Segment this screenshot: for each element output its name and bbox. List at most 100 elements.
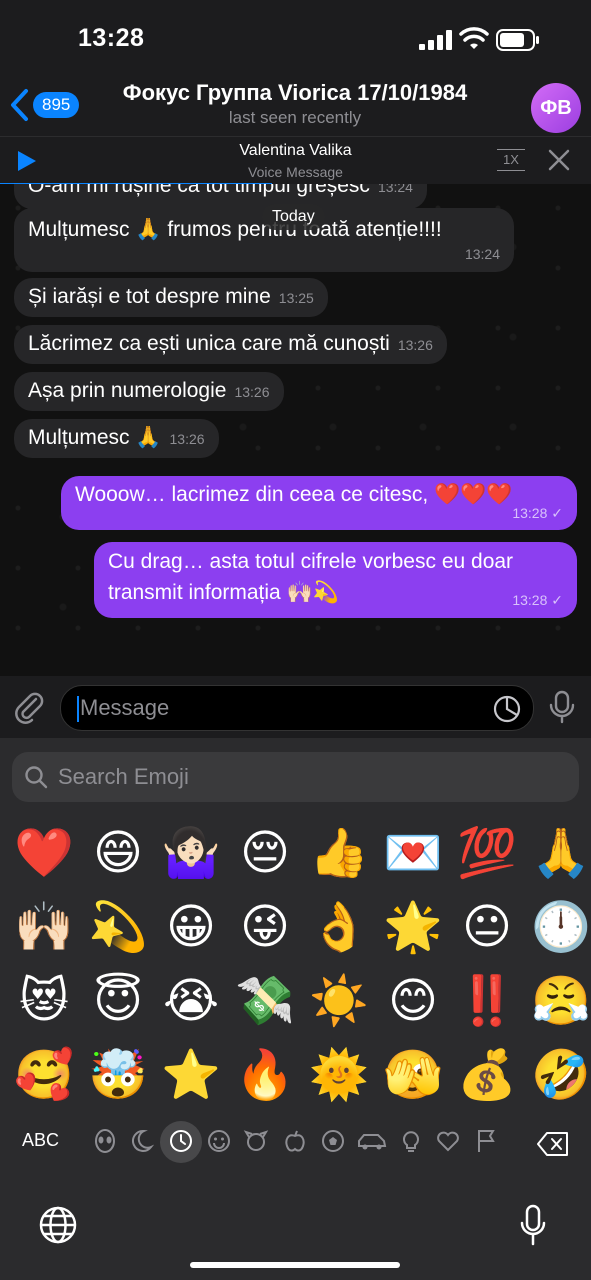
message-time: 13:28 — [512, 505, 548, 521]
voice-message-player: Valentina Valika Voice Message 1X — [0, 136, 591, 186]
emoji-key[interactable]: 🙏 — [527, 820, 591, 888]
emoji-key[interactable]: 😄 — [84, 820, 152, 888]
emoji-key[interactable]: 😜 — [231, 894, 299, 962]
abc-keyboard-switch[interactable]: ABC — [22, 1130, 59, 1151]
moon-category-icon[interactable] — [128, 1128, 154, 1154]
emoji-search-field[interactable]: Search Emoji — [12, 752, 579, 802]
emoji-key[interactable]: ‼️ — [453, 968, 521, 1036]
emoji-key[interactable]: 👍 — [305, 820, 373, 888]
message-text: O-am mi rușine ca tot timpul greșesc — [28, 184, 370, 197]
emoji-key[interactable]: 😐 — [453, 894, 521, 962]
emoji-key[interactable]: ❤️ — [10, 820, 78, 888]
read-check-icon: ✓ — [551, 592, 563, 608]
food-category-icon[interactable] — [282, 1128, 308, 1154]
emoji-key[interactable]: 🔥 — [231, 1042, 299, 1110]
avatar[interactable]: ФВ — [531, 83, 581, 133]
close-icon[interactable] — [546, 147, 572, 173]
message-text: Așa prin numerologie — [28, 379, 227, 402]
emoji-key[interactable]: 😔 — [231, 820, 299, 888]
emoji-keyboard: Search Emoji ❤️ 😄 🤷🏻‍♀️ 😔 👍 💌 💯 🙏 🙌🏻 💫 😀… — [0, 738, 591, 1280]
emoji-key[interactable]: 😀 — [157, 894, 225, 962]
message-time: 13:28 — [512, 592, 548, 608]
emoji-key[interactable]: 👌 — [305, 894, 373, 962]
date-separator: Today — [262, 204, 325, 230]
text-cursor — [77, 696, 79, 722]
globe-icon[interactable] — [38, 1205, 78, 1245]
message-composer: Message — [0, 676, 591, 738]
chat-header: 895 Фокус Группа Viorica 17/10/1984 last… — [0, 70, 591, 136]
message-list[interactable]: O-am mi rușine ca tot timpul greșesc 13:2… — [0, 184, 591, 676]
emoji-key[interactable]: 😊 — [379, 968, 447, 1036]
heart-category-icon[interactable] — [435, 1128, 461, 1154]
message-text-line: Cu drag… asta totul cifrele vorbesc eu d… — [108, 550, 514, 573]
message-time: 13:25 — [278, 290, 314, 306]
emoji-key[interactable]: 💸 — [231, 968, 299, 1036]
microphone-icon[interactable] — [547, 690, 577, 724]
message-time: 13:24 — [377, 184, 413, 195]
animal-category-icon[interactable] — [243, 1128, 269, 1154]
status-time: 13:28 — [78, 24, 145, 52]
message-bubble-partial[interactable]: O-am mi rușine ca tot timpul greșesc 13:2… — [14, 184, 427, 209]
message-bubble-outgoing[interactable]: Cu drag… asta totul cifrele vorbesc eu d… — [94, 542, 577, 618]
emoji-key[interactable]: 🤷🏻‍♀️ — [157, 820, 225, 888]
cellular-signal-icon — [419, 30, 452, 50]
message-meta: 13:28 ✓ — [512, 499, 563, 527]
emoji-search-placeholder: Search Emoji — [58, 764, 189, 789]
message-text-line: transmit informația 🙌🏻💫 — [108, 581, 339, 604]
search-icon — [25, 766, 48, 789]
message-input[interactable]: Message — [60, 685, 534, 731]
last-seen-status: last seen recently — [228, 108, 362, 127]
emoji-key[interactable]: 🤣 — [527, 1042, 591, 1110]
message-text: Mulțumesc 🙏 — [28, 426, 162, 449]
soccer-ball-category-icon[interactable] — [320, 1128, 346, 1154]
emoji-key[interactable]: ☀️ — [305, 968, 373, 1036]
emoji-key[interactable]: 💰 — [453, 1042, 521, 1110]
emoji-key[interactable]: 😻 — [10, 968, 78, 1036]
emoji-key[interactable]: 🕛 — [527, 894, 591, 962]
flag-category-icon[interactable] — [473, 1128, 499, 1154]
alien-category-icon[interactable] — [92, 1128, 118, 1154]
message-time: 13:26 — [169, 431, 205, 447]
sticker-icon[interactable] — [493, 695, 521, 723]
message-text: Și iarăși e tot despre mine — [28, 285, 271, 308]
emoji-key[interactable]: 🫣 — [379, 1042, 447, 1110]
emoji-key[interactable]: 🌟 — [379, 894, 447, 962]
emoji-key[interactable]: 🌞 — [305, 1042, 373, 1110]
backspace-icon[interactable] — [536, 1131, 570, 1157]
emoji-key[interactable]: 💯 — [453, 820, 521, 888]
emoji-key[interactable]: 💫 — [84, 894, 152, 962]
message-bubble-outgoing[interactable]: Wooow… lacrimez din ceea ce citesc, ❤️❤️… — [61, 476, 577, 530]
emoji-key[interactable]: 🤯 — [84, 1042, 152, 1110]
message-bubble[interactable]: Așa prin numerologie 13:26 — [14, 372, 284, 411]
status-bar: 13:28 — [0, 0, 591, 80]
message-text: Wooow… lacrimez din ceea ce citesc, ❤️❤️… — [75, 483, 513, 506]
lightbulb-category-icon[interactable] — [398, 1128, 424, 1154]
message-bubble[interactable]: Și iarăși e tot despre mine 13:25 — [14, 278, 328, 317]
playback-speed-button[interactable]: 1X — [497, 149, 525, 171]
home-indicator — [190, 1262, 400, 1268]
message-placeholder: Message — [80, 695, 170, 720]
emoji-key[interactable]: 😇 — [84, 968, 152, 1036]
message-time: 13:26 — [234, 384, 270, 400]
car-category-icon[interactable] — [356, 1128, 388, 1154]
clock-category-icon[interactable] — [168, 1128, 194, 1154]
message-time: 13:24 — [464, 246, 500, 262]
emoji-key[interactable]: 🥰 — [10, 1042, 78, 1110]
message-bubble[interactable]: Mulțumesc 🙏 13:26 — [14, 419, 219, 458]
emoji-key[interactable]: 😭 — [157, 968, 225, 1036]
chat-title[interactable]: Фокус Группа Viorica 17/10/1984 — [105, 80, 485, 106]
message-text: Mulțumesc 🙏 frumos pentru toată atenție!… — [28, 218, 442, 241]
smiley-category-icon[interactable] — [206, 1128, 232, 1154]
emoji-key[interactable]: ⭐ — [157, 1042, 225, 1110]
message-text: Lăcrimez ca ești unica care mă cunoști — [28, 332, 390, 355]
wifi-icon — [459, 27, 489, 49]
unread-count-badge[interactable]: 895 — [33, 92, 80, 118]
emoji-key[interactable]: 😤 — [527, 968, 591, 1036]
back-chevron-icon[interactable] — [8, 88, 32, 122]
message-bubble[interactable]: Lăcrimez ca ești unica care mă cunoști 13… — [14, 325, 447, 364]
dictation-microphone-icon[interactable] — [519, 1204, 547, 1246]
emoji-key[interactable]: 💌 — [379, 820, 447, 888]
emoji-key[interactable]: 🙌🏻 — [10, 894, 78, 962]
attach-paperclip-icon[interactable] — [12, 690, 46, 724]
battery-icon — [496, 29, 539, 51]
